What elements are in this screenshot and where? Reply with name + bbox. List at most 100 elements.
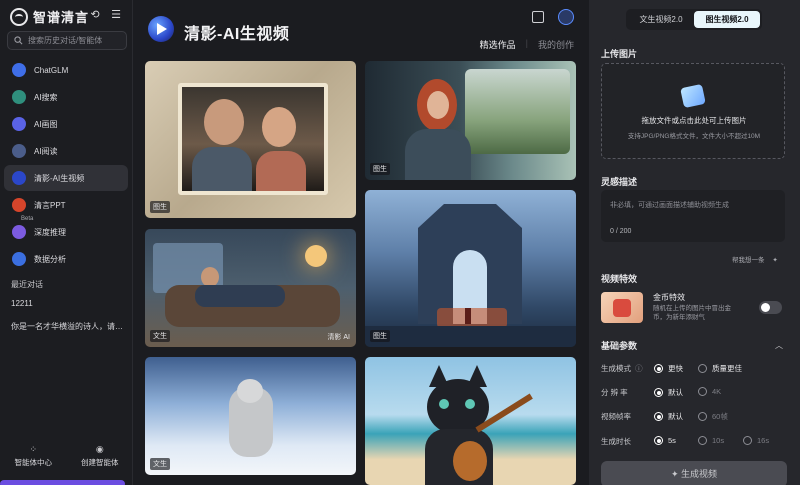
resolution-default-radio[interactable]: 默认 bbox=[654, 387, 683, 398]
generation-mode-text: 生成模式 bbox=[601, 364, 631, 373]
effects-label: 视频特效 bbox=[601, 274, 638, 284]
gallery-card[interactable]: 文生 bbox=[145, 357, 356, 475]
card-tag: 文生 bbox=[150, 330, 170, 342]
radio-label: 质量更佳 bbox=[712, 364, 742, 373]
sidebar-item-label: AI阅读 bbox=[34, 146, 58, 156]
upload-text: 拖放文件或点击此处可上传图片 bbox=[641, 116, 747, 125]
upload-hint: 支持JPG/PNG格式文件，文件大小不超过10M bbox=[627, 133, 761, 140]
radio-dot bbox=[698, 387, 707, 396]
upload-label: 上传图片 bbox=[601, 49, 638, 59]
generation-mode-label: 生成模式 ⓘ bbox=[601, 363, 643, 374]
resolution-label: 分 辨 率 bbox=[601, 388, 628, 397]
chevron-up-icon[interactable]: ︿ bbox=[775, 340, 783, 351]
sparkle-icon: ✦ bbox=[670, 469, 682, 479]
resolution-4k-radio[interactable]: 4K bbox=[698, 387, 721, 396]
radio-dot bbox=[698, 412, 707, 421]
tab-divider: | bbox=[525, 38, 528, 48]
radio-dot bbox=[654, 412, 663, 421]
history-item[interactable]: 你是一名才华横溢的诗人，请根... bbox=[11, 321, 129, 332]
history-icon[interactable]: ⟲ bbox=[89, 9, 101, 21]
radio-dot bbox=[654, 436, 663, 445]
sidebar-item-label: 数据分析 bbox=[34, 254, 66, 264]
gallery-tabs: 精选作品 | 我的创作 bbox=[480, 38, 574, 51]
sidebar-item-chatglm[interactable]: ChatGLM bbox=[4, 57, 128, 83]
gallery-card[interactable]: 文生 清影 AI bbox=[145, 229, 356, 347]
agent-center-label: 智能体中心 bbox=[14, 458, 53, 467]
fps-default-radio[interactable]: 默认 bbox=[654, 411, 683, 422]
tab-featured[interactable]: 精选作品 bbox=[480, 38, 516, 51]
header-icons bbox=[532, 9, 574, 25]
settings-panel: 文生视频2.0 图生视频2.0 上传图片 拖放文件或点击此处可上传图片 支持JP… bbox=[589, 0, 800, 485]
gallery-card[interactable] bbox=[365, 357, 576, 485]
reasoning-icon bbox=[12, 225, 26, 239]
generate-label: 生成视频 bbox=[681, 469, 718, 479]
fps-60-radio[interactable]: 60帧 bbox=[698, 411, 728, 422]
sidebar-item-data-analysis[interactable]: 数据分析 bbox=[4, 246, 128, 272]
create-agent-button[interactable]: ◉ 创建智能体 bbox=[81, 444, 119, 468]
coin-effect-toggle[interactable] bbox=[759, 301, 782, 314]
suggest-prompt-label: 帮我想一条 bbox=[732, 257, 765, 264]
radio-label: 默认 bbox=[668, 388, 683, 397]
sidebar-item-label: AI画图 bbox=[34, 119, 58, 129]
radio-label: 更快 bbox=[668, 364, 683, 373]
gallery-card[interactable]: 图生 bbox=[145, 61, 356, 218]
radio-label: 默认 bbox=[668, 412, 683, 421]
upload-dropzone[interactable]: 拖放文件或点击此处可上传图片 支持JPG/PNG格式文件，文件大小不超过10M bbox=[601, 63, 785, 159]
sidebar-item-ai-search[interactable]: AI搜索 bbox=[4, 84, 128, 110]
radio-label: 5s bbox=[668, 436, 676, 445]
brand[interactable]: 智谱清言 bbox=[10, 7, 89, 26]
card-tag: 图生 bbox=[370, 163, 390, 175]
description-label: 灵感描述 bbox=[601, 177, 638, 187]
search-box[interactable] bbox=[7, 31, 127, 50]
collapse-sidebar-icon[interactable]: ☰ bbox=[110, 9, 122, 21]
copy-icon[interactable] bbox=[532, 11, 544, 23]
info-icon[interactable]: ⓘ bbox=[635, 364, 643, 373]
card-image bbox=[178, 83, 328, 195]
description-input[interactable] bbox=[610, 200, 778, 216]
duration-5s-radio[interactable]: 5s bbox=[654, 436, 676, 445]
effect-description: 随机在上传的图片中冒出金币，为新年添财气 bbox=[653, 305, 731, 321]
sidebar-item-label: 深度推理 bbox=[34, 227, 66, 237]
sidebar-item-ai-draw[interactable]: AI画图 bbox=[4, 111, 128, 137]
radio-dot bbox=[654, 388, 663, 397]
bottom-banner[interactable] bbox=[0, 480, 125, 485]
duration-10s-radio[interactable]: 10s bbox=[698, 436, 724, 445]
radio-label: 60帧 bbox=[712, 412, 728, 421]
sidebar-bottom-actions: ⁘ 智能体中心 ◉ 创建智能体 bbox=[0, 444, 133, 468]
image-upload-icon bbox=[680, 83, 706, 109]
char-count: 0 / 200 bbox=[610, 228, 632, 235]
effect-title: 金币特效 bbox=[653, 293, 685, 302]
beta-badge: Beta bbox=[21, 216, 34, 222]
sidebar-item-ai-read[interactable]: AI阅读 bbox=[4, 138, 128, 164]
sidebar-item-video[interactable]: 清影-AI生视频 bbox=[4, 165, 128, 191]
mode-quality-radio[interactable]: 质量更佳 bbox=[698, 363, 742, 374]
duration-label: 生成时长 bbox=[601, 437, 631, 446]
tab-my-creations[interactable]: 我的创作 bbox=[538, 38, 574, 51]
radio-label: 16s bbox=[757, 436, 770, 445]
search-input[interactable] bbox=[28, 36, 123, 45]
gallery-card[interactable]: 图生 bbox=[365, 61, 576, 180]
radio-label: 4K bbox=[712, 387, 722, 396]
sidebar-item-reasoning[interactable]: Beta 深度推理 bbox=[4, 216, 128, 245]
sparkle-icon: ✦ bbox=[772, 257, 778, 264]
zhipu-logo-icon bbox=[10, 7, 28, 26]
generate-video-button[interactable]: ✦ 生成视频 bbox=[601, 461, 787, 485]
suggest-prompt-link[interactable]: 帮我想一条 ✦ bbox=[732, 254, 778, 264]
ai-read-icon bbox=[12, 144, 26, 158]
card-tag: 文生 bbox=[150, 458, 170, 470]
sidebar-item-ppt[interactable]: 清言PPT bbox=[4, 192, 128, 218]
mode-faster-radio[interactable]: 更快 bbox=[654, 363, 683, 374]
mode-image-to-video[interactable]: 图生视频2.0 bbox=[694, 11, 760, 28]
description-box: 0 / 200 bbox=[601, 190, 785, 242]
user-avatar-icon[interactable] bbox=[558, 9, 574, 25]
agent-center-button[interactable]: ⁘ 智能体中心 bbox=[15, 444, 53, 468]
mode-text-to-video[interactable]: 文生视频2.0 bbox=[628, 11, 694, 28]
gallery-card[interactable]: 图生 bbox=[365, 190, 576, 347]
recent-label: 最近对话 bbox=[11, 280, 43, 289]
radio-dot bbox=[698, 436, 707, 445]
duration-16s-radio[interactable]: 16s bbox=[743, 436, 769, 445]
card-tag: 图生 bbox=[370, 330, 390, 342]
radio-dot bbox=[743, 436, 752, 445]
history-item[interactable]: 12211 bbox=[11, 299, 129, 308]
sidebar-item-label: 清言PPT bbox=[34, 200, 66, 210]
